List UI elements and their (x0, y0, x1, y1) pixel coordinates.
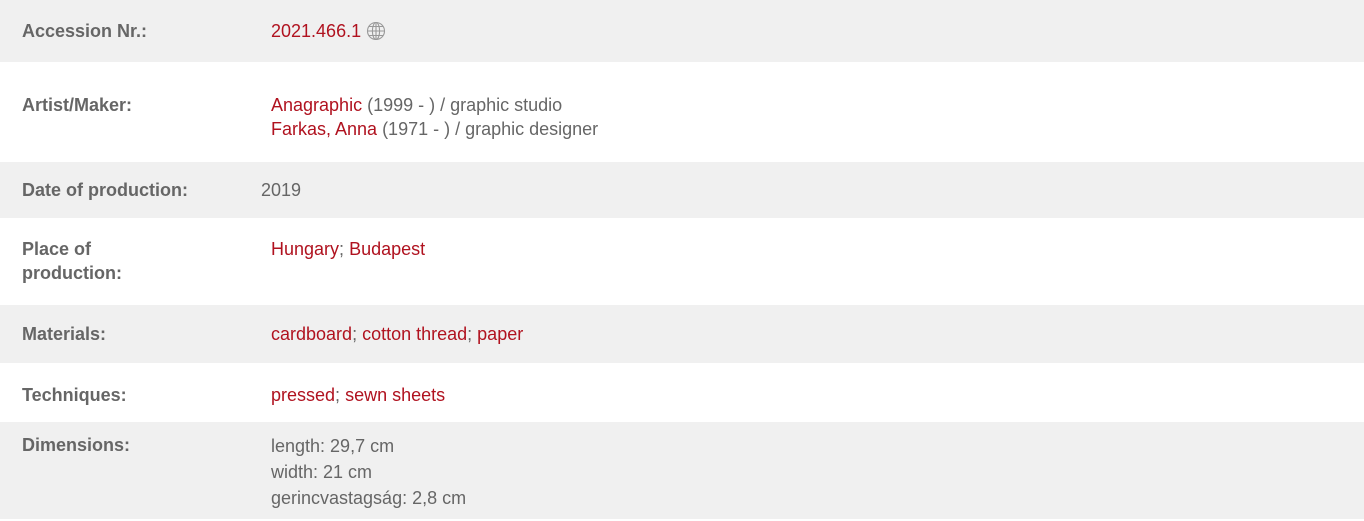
maker-link-anagraphic[interactable]: Anagraphic (271, 95, 362, 115)
artist-maker-label: Artist/Maker: (22, 95, 133, 115)
artist-maker-value: Anagraphic (1999 - ) / graphic studio Fa… (271, 93, 1364, 160)
maker-details: (1971 - ) / graphic designer (377, 119, 599, 139)
material-link-paper[interactable]: paper (477, 324, 523, 344)
techniques-value: pressed; sewn sheets (271, 383, 1364, 420)
globe-icon[interactable] (366, 21, 386, 41)
dimension-line: gerincvastagság: 2,8 cm (271, 488, 467, 508)
maker-link-farkas-anna[interactable]: Farkas, Anna (271, 119, 377, 139)
place-link-budapest[interactable]: Budapest (349, 239, 425, 259)
technique-link-pressed[interactable]: pressed (271, 385, 335, 405)
separator: ; (339, 239, 350, 259)
accession-number-link[interactable]: 2021.466.1 (271, 21, 361, 41)
row-accession: Accession Nr.: 2021.466.1 (0, 0, 1364, 64)
dimension-line: length: 29,7 cm (271, 436, 395, 456)
row-techniques: Techniques: pressed; sewn sheets (0, 365, 1364, 422)
materials-value: cardboard; cotton thread; paper (271, 322, 1364, 363)
maker-line: Farkas, Anna (1971 - ) / graphic designe… (271, 117, 1364, 141)
separator: ; (352, 324, 363, 344)
technique-link-sewn-sheets[interactable]: sewn sheets (345, 385, 445, 405)
row-dimensions: Dimensions: length: 29,7 cm width: 21 cm… (0, 422, 1364, 521)
materials-label: Materials: (22, 324, 107, 344)
date-of-production-label: Date of production: (22, 180, 188, 200)
techniques-label: Techniques: (22, 385, 127, 405)
maker-details: (1999 - ) / graphic studio (362, 95, 563, 115)
material-link-cotton-thread[interactable]: cotton thread (362, 324, 467, 344)
place-link-hungary[interactable]: Hungary (271, 239, 339, 259)
object-record-table: Accession Nr.: 2021.466.1 Artist/Maker: … (0, 0, 1364, 521)
row-place-of-production: Place of production: Hungary; Budapest (0, 220, 1364, 305)
accession-value: 2021.466.1 (271, 19, 1364, 62)
row-artist-maker: Artist/Maker: Anagraphic (1999 - ) / gra… (0, 64, 1364, 162)
material-link-cardboard[interactable]: cardboard (271, 324, 352, 344)
row-materials: Materials: cardboard; cotton thread; pap… (0, 305, 1364, 365)
maker-line: Anagraphic (1999 - ) / graphic studio (271, 93, 1364, 117)
place-of-production-value: Hungary; Budapest (271, 237, 1364, 303)
separator: ; (467, 324, 478, 344)
dimensions-label: Dimensions: (22, 435, 131, 455)
row-date-of-production: Date of production: 2019 (0, 162, 1364, 220)
separator: ; (335, 385, 346, 405)
dimensions-value: length: 29,7 cm width: 21 cm gerincvasta… (271, 433, 1364, 519)
dimension-line: width: 21 cm (271, 462, 373, 482)
place-of-production-label: Place of production: (22, 239, 122, 283)
accession-label: Accession Nr.: (22, 21, 148, 41)
date-of-production-value: 2019 (261, 180, 302, 200)
